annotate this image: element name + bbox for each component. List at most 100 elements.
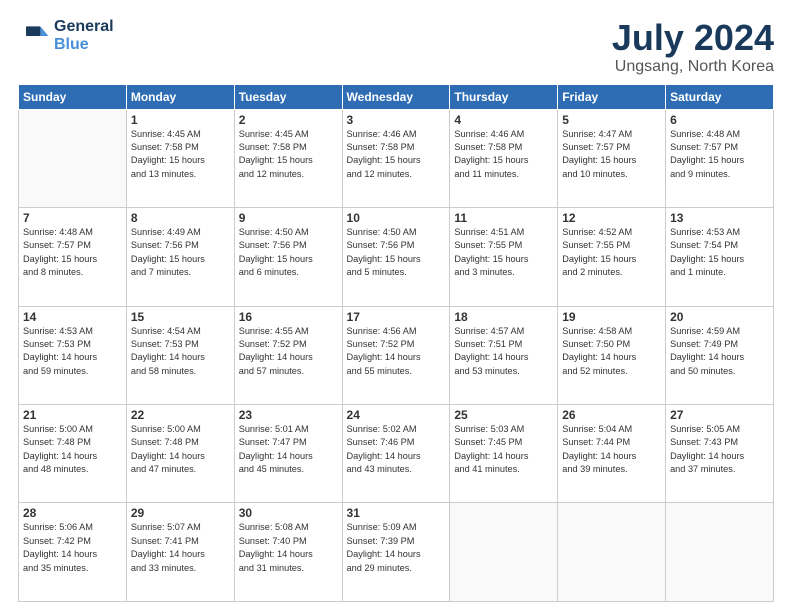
day-number: 20 xyxy=(670,310,769,324)
table-row: 14Sunrise: 4:53 AMSunset: 7:53 PMDayligh… xyxy=(19,306,127,404)
day-info: Sunrise: 5:01 AMSunset: 7:47 PMDaylight:… xyxy=(239,423,338,476)
table-row: 6Sunrise: 4:48 AMSunset: 7:57 PMDaylight… xyxy=(666,109,774,207)
table-row: 17Sunrise: 4:56 AMSunset: 7:52 PMDayligh… xyxy=(342,306,450,404)
day-info: Sunrise: 5:05 AMSunset: 7:43 PMDaylight:… xyxy=(670,423,769,476)
day-number: 28 xyxy=(23,506,122,520)
calendar-week-5: 28Sunrise: 5:06 AMSunset: 7:42 PMDayligh… xyxy=(19,503,774,602)
day-number: 31 xyxy=(347,506,446,520)
day-info: Sunrise: 4:56 AMSunset: 7:52 PMDaylight:… xyxy=(347,325,446,378)
table-row: 2Sunrise: 4:45 AMSunset: 7:58 PMDaylight… xyxy=(234,109,342,207)
day-number: 3 xyxy=(347,113,446,127)
day-number: 12 xyxy=(562,211,661,225)
table-row: 19Sunrise: 4:58 AMSunset: 7:50 PMDayligh… xyxy=(558,306,666,404)
table-row: 4Sunrise: 4:46 AMSunset: 7:58 PMDaylight… xyxy=(450,109,558,207)
table-row: 31Sunrise: 5:09 AMSunset: 7:39 PMDayligh… xyxy=(342,503,450,602)
table-row: 21Sunrise: 5:00 AMSunset: 7:48 PMDayligh… xyxy=(19,405,127,503)
day-info: Sunrise: 4:49 AMSunset: 7:56 PMDaylight:… xyxy=(131,226,230,279)
day-info: Sunrise: 5:00 AMSunset: 7:48 PMDaylight:… xyxy=(23,423,122,476)
day-number: 18 xyxy=(454,310,553,324)
calendar-header-row: Sunday Monday Tuesday Wednesday Thursday… xyxy=(19,84,774,109)
day-number: 5 xyxy=(562,113,661,127)
table-row: 1Sunrise: 4:45 AMSunset: 7:58 PMDaylight… xyxy=(126,109,234,207)
month-title: July 2024 xyxy=(612,18,774,58)
table-row: 13Sunrise: 4:53 AMSunset: 7:54 PMDayligh… xyxy=(666,208,774,306)
day-number: 7 xyxy=(23,211,122,225)
day-info: Sunrise: 4:50 AMSunset: 7:56 PMDaylight:… xyxy=(347,226,446,279)
day-number: 26 xyxy=(562,408,661,422)
table-row: 20Sunrise: 4:59 AMSunset: 7:49 PMDayligh… xyxy=(666,306,774,404)
col-monday: Monday xyxy=(126,84,234,109)
table-row: 29Sunrise: 5:07 AMSunset: 7:41 PMDayligh… xyxy=(126,503,234,602)
calendar-week-2: 7Sunrise: 4:48 AMSunset: 7:57 PMDaylight… xyxy=(19,208,774,306)
table-row: 7Sunrise: 4:48 AMSunset: 7:57 PMDaylight… xyxy=(19,208,127,306)
col-friday: Friday xyxy=(558,84,666,109)
day-info: Sunrise: 4:45 AMSunset: 7:58 PMDaylight:… xyxy=(239,128,338,181)
day-info: Sunrise: 5:04 AMSunset: 7:44 PMDaylight:… xyxy=(562,423,661,476)
day-number: 22 xyxy=(131,408,230,422)
day-info: Sunrise: 4:47 AMSunset: 7:57 PMDaylight:… xyxy=(562,128,661,181)
day-info: Sunrise: 5:03 AMSunset: 7:45 PMDaylight:… xyxy=(454,423,553,476)
calendar-week-3: 14Sunrise: 4:53 AMSunset: 7:53 PMDayligh… xyxy=(19,306,774,404)
day-info: Sunrise: 4:57 AMSunset: 7:51 PMDaylight:… xyxy=(454,325,553,378)
day-number: 9 xyxy=(239,211,338,225)
day-number: 14 xyxy=(23,310,122,324)
table-row: 18Sunrise: 4:57 AMSunset: 7:51 PMDayligh… xyxy=(450,306,558,404)
day-info: Sunrise: 4:45 AMSunset: 7:58 PMDaylight:… xyxy=(131,128,230,181)
location-title: Ungsang, North Korea xyxy=(612,58,774,76)
day-number: 17 xyxy=(347,310,446,324)
day-info: Sunrise: 5:06 AMSunset: 7:42 PMDaylight:… xyxy=(23,521,122,574)
table-row: 3Sunrise: 4:46 AMSunset: 7:58 PMDaylight… xyxy=(342,109,450,207)
table-row: 11Sunrise: 4:51 AMSunset: 7:55 PMDayligh… xyxy=(450,208,558,306)
col-saturday: Saturday xyxy=(666,84,774,109)
day-info: Sunrise: 4:59 AMSunset: 7:49 PMDaylight:… xyxy=(670,325,769,378)
day-number: 15 xyxy=(131,310,230,324)
day-info: Sunrise: 4:46 AMSunset: 7:58 PMDaylight:… xyxy=(454,128,553,181)
logo-icon xyxy=(18,20,50,52)
day-info: Sunrise: 4:50 AMSunset: 7:56 PMDaylight:… xyxy=(239,226,338,279)
day-info: Sunrise: 4:51 AMSunset: 7:55 PMDaylight:… xyxy=(454,226,553,279)
calendar-week-4: 21Sunrise: 5:00 AMSunset: 7:48 PMDayligh… xyxy=(19,405,774,503)
table-row: 5Sunrise: 4:47 AMSunset: 7:57 PMDaylight… xyxy=(558,109,666,207)
day-number: 1 xyxy=(131,113,230,127)
day-number: 16 xyxy=(239,310,338,324)
day-number: 10 xyxy=(347,211,446,225)
table-row: 15Sunrise: 4:54 AMSunset: 7:53 PMDayligh… xyxy=(126,306,234,404)
day-info: Sunrise: 4:53 AMSunset: 7:54 PMDaylight:… xyxy=(670,226,769,279)
table-row xyxy=(450,503,558,602)
table-row: 24Sunrise: 5:02 AMSunset: 7:46 PMDayligh… xyxy=(342,405,450,503)
day-info: Sunrise: 4:46 AMSunset: 7:58 PMDaylight:… xyxy=(347,128,446,181)
day-number: 11 xyxy=(454,211,553,225)
table-row xyxy=(19,109,127,207)
day-info: Sunrise: 5:09 AMSunset: 7:39 PMDaylight:… xyxy=(347,521,446,574)
day-info: Sunrise: 4:53 AMSunset: 7:53 PMDaylight:… xyxy=(23,325,122,378)
day-number: 8 xyxy=(131,211,230,225)
day-number: 25 xyxy=(454,408,553,422)
table-row: 28Sunrise: 5:06 AMSunset: 7:42 PMDayligh… xyxy=(19,503,127,602)
day-info: Sunrise: 4:48 AMSunset: 7:57 PMDaylight:… xyxy=(23,226,122,279)
calendar-week-1: 1Sunrise: 4:45 AMSunset: 7:58 PMDaylight… xyxy=(19,109,774,207)
day-info: Sunrise: 4:55 AMSunset: 7:52 PMDaylight:… xyxy=(239,325,338,378)
table-row: 23Sunrise: 5:01 AMSunset: 7:47 PMDayligh… xyxy=(234,405,342,503)
table-row: 16Sunrise: 4:55 AMSunset: 7:52 PMDayligh… xyxy=(234,306,342,404)
table-row: 30Sunrise: 5:08 AMSunset: 7:40 PMDayligh… xyxy=(234,503,342,602)
table-row: 25Sunrise: 5:03 AMSunset: 7:45 PMDayligh… xyxy=(450,405,558,503)
day-number: 29 xyxy=(131,506,230,520)
day-number: 6 xyxy=(670,113,769,127)
day-number: 30 xyxy=(239,506,338,520)
day-number: 24 xyxy=(347,408,446,422)
col-tuesday: Tuesday xyxy=(234,84,342,109)
day-info: Sunrise: 4:54 AMSunset: 7:53 PMDaylight:… xyxy=(131,325,230,378)
col-sunday: Sunday xyxy=(19,84,127,109)
day-info: Sunrise: 5:07 AMSunset: 7:41 PMDaylight:… xyxy=(131,521,230,574)
day-number: 21 xyxy=(23,408,122,422)
title-block: July 2024 Ungsang, North Korea xyxy=(612,18,774,76)
logo-text-line1: General xyxy=(54,18,114,36)
day-info: Sunrise: 5:02 AMSunset: 7:46 PMDaylight:… xyxy=(347,423,446,476)
calendar: Sunday Monday Tuesday Wednesday Thursday… xyxy=(18,84,774,602)
day-info: Sunrise: 4:48 AMSunset: 7:57 PMDaylight:… xyxy=(670,128,769,181)
table-row: 27Sunrise: 5:05 AMSunset: 7:43 PMDayligh… xyxy=(666,405,774,503)
table-row: 12Sunrise: 4:52 AMSunset: 7:55 PMDayligh… xyxy=(558,208,666,306)
table-row xyxy=(558,503,666,602)
header: General Blue July 2024 Ungsang, North Ko… xyxy=(18,18,774,76)
day-info: Sunrise: 5:00 AMSunset: 7:48 PMDaylight:… xyxy=(131,423,230,476)
